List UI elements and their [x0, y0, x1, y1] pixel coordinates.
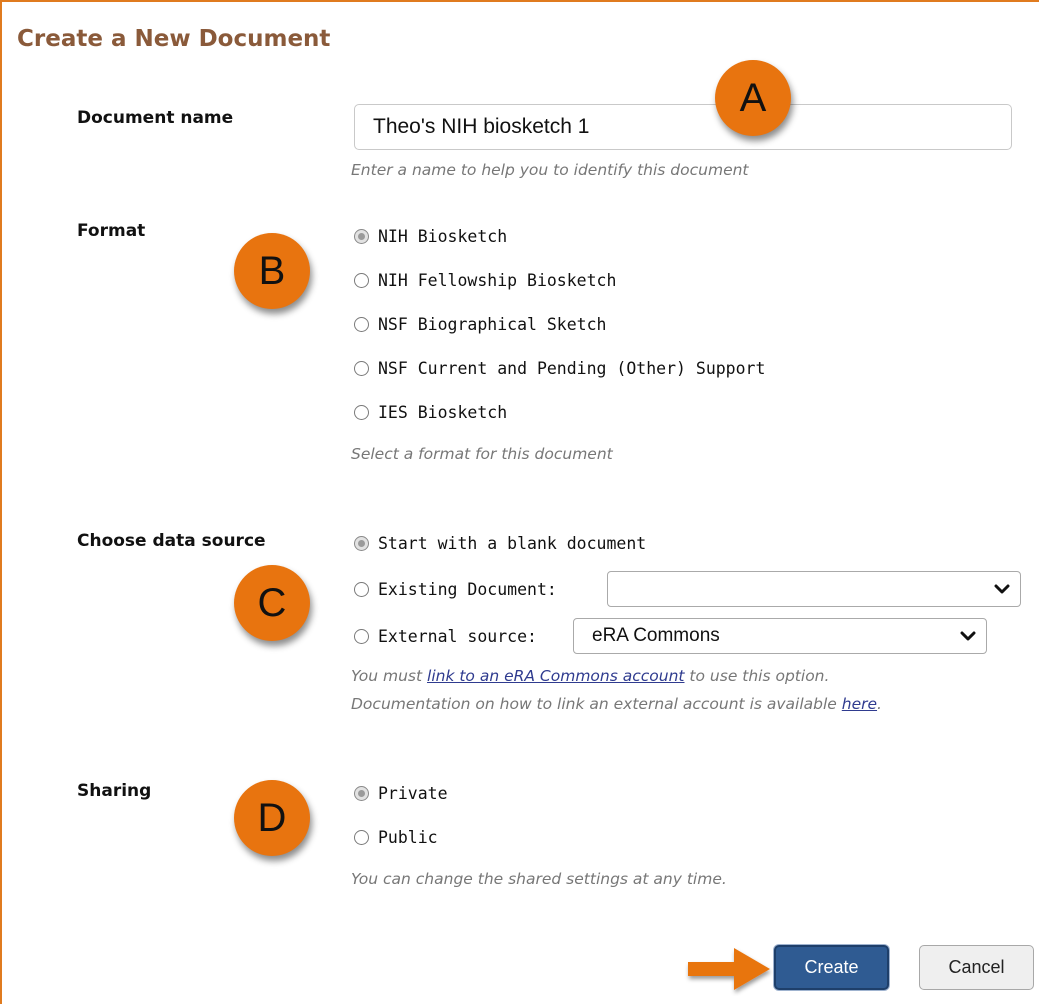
format-option-label: NSF Current and Pending (Other) Support — [378, 358, 766, 378]
radio-button-selected[interactable] — [354, 228, 369, 244]
document-name-input[interactable] — [354, 104, 1012, 150]
data-source-external-label: External source: — [378, 626, 537, 646]
create-button[interactable]: Create — [774, 945, 889, 990]
sharing-public-label: Public — [378, 827, 438, 847]
arrow-right-icon — [688, 948, 770, 990]
format-hint: Select a format for this document — [351, 445, 613, 463]
hint-text: to use this option. — [684, 667, 830, 685]
format-option-label: IES Biosketch — [378, 402, 508, 422]
hint-text: Documentation on how to link an external… — [351, 695, 842, 713]
radio-button[interactable] — [354, 360, 369, 376]
data-source-existing[interactable]: Existing Document: — [354, 577, 557, 601]
format-option-nsf-current-pending[interactable]: NSF Current and Pending (Other) Support — [354, 356, 765, 380]
radio-button[interactable] — [354, 316, 369, 332]
sharing-private-label: Private — [378, 783, 448, 803]
format-option-nih-biosketch[interactable]: NIH Biosketch — [354, 224, 507, 248]
radio-button[interactable] — [354, 581, 369, 597]
callout-badge-d: D — [234, 780, 310, 856]
chevron-down-icon — [960, 631, 976, 641]
data-source-doc-hint: Documentation on how to link an external… — [351, 695, 882, 713]
hint-text: You must — [351, 667, 428, 685]
format-label: Format — [77, 221, 146, 241]
radio-button-selected[interactable] — [354, 785, 369, 801]
external-source-value: eRA Commons — [592, 625, 720, 646]
page-title: Create a New Document — [17, 26, 331, 52]
data-source-external[interactable]: External source: — [354, 624, 537, 648]
callout-badge-b: B — [234, 233, 310, 309]
existing-document-select[interactable] — [607, 571, 1021, 607]
data-source-blank[interactable]: Start with a blank document — [354, 531, 646, 555]
sharing-label: Sharing — [77, 781, 152, 801]
external-source-select[interactable]: eRA Commons — [573, 618, 987, 654]
dialog-frame — [0, 0, 1039, 1004]
radio-button[interactable] — [354, 404, 369, 420]
format-option-label: NIH Biosketch — [378, 226, 508, 246]
document-name-hint: Enter a name to help you to identify thi… — [351, 161, 749, 179]
format-option-nsf-biographical[interactable]: NSF Biographical Sketch — [354, 312, 606, 336]
cancel-button[interactable]: Cancel — [919, 945, 1034, 990]
callout-badge-a: A — [715, 60, 791, 136]
format-option-nih-fellowship[interactable]: NIH Fellowship Biosketch — [354, 268, 616, 292]
radio-button-selected[interactable] — [354, 535, 369, 551]
format-option-label: NIH Fellowship Biosketch — [378, 270, 617, 290]
sharing-private[interactable]: Private — [354, 781, 448, 805]
link-here[interactable]: here — [842, 695, 877, 713]
sharing-public[interactable]: Public — [354, 825, 438, 849]
sharing-hint: You can change the shared settings at an… — [351, 870, 727, 888]
data-source-hint: You must link to an eRA Commons account … — [351, 667, 829, 685]
callout-badge-c: C — [234, 565, 310, 641]
document-name-label: Document name — [77, 108, 234, 128]
link-era-commons-account[interactable]: link to an eRA Commons account — [427, 667, 684, 685]
data-source-label: Choose data source — [77, 531, 266, 551]
radio-button[interactable] — [354, 628, 369, 644]
radio-button[interactable] — [354, 829, 369, 845]
radio-button[interactable] — [354, 272, 369, 288]
format-option-label: NSF Biographical Sketch — [378, 314, 607, 334]
format-option-ies-biosketch[interactable]: IES Biosketch — [354, 400, 507, 424]
data-source-existing-label: Existing Document: — [378, 579, 557, 599]
chevron-down-icon — [994, 584, 1010, 594]
hint-text: . — [877, 695, 882, 713]
data-source-blank-label: Start with a blank document — [378, 533, 647, 553]
